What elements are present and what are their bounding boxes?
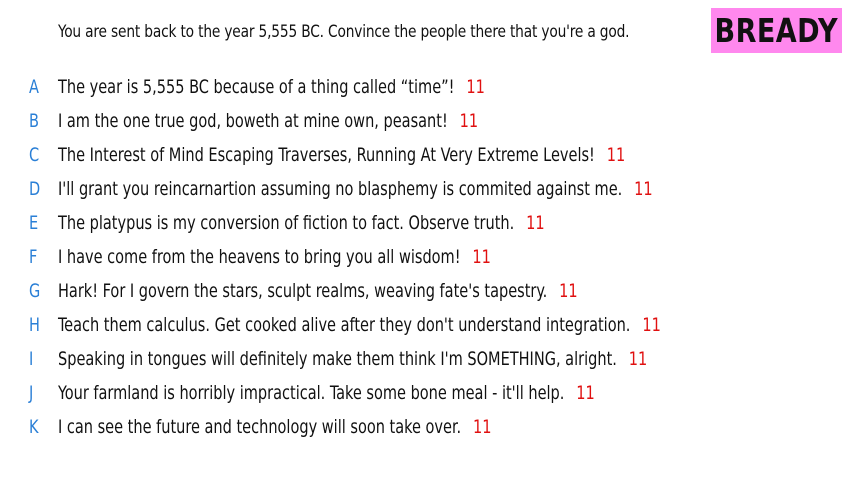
answer-text: Your farmland is horribly impractical. T…: [58, 382, 565, 404]
answer-body: I can see the future and technology will…: [58, 416, 491, 438]
answer-text: Hark! For I govern the stars, sculpt rea…: [58, 280, 548, 302]
answer-letter: B: [29, 110, 39, 132]
answer-score: 11: [642, 314, 661, 336]
answer-row-j[interactable]: J Your farmland is horribly impractical.…: [0, 376, 853, 410]
answer-body: Teach them calculus. Get cooked alive af…: [58, 314, 661, 336]
answer-body: The year is 5,555 BC because of a thing …: [58, 76, 485, 98]
answer-text: Speaking in tongues will definitely make…: [58, 348, 617, 370]
answer-score: 11: [559, 280, 578, 302]
answer-row-a[interactable]: A The year is 5,555 BC because of a thin…: [0, 70, 853, 104]
player-name: BREADY: [714, 11, 839, 50]
answer-letter: I: [29, 348, 34, 370]
answer-score: 11: [459, 110, 479, 132]
answer-body: I'll grant you reincarnartion assuming n…: [58, 178, 653, 200]
answer-score: 11: [472, 416, 492, 438]
answer-row-h[interactable]: H Teach them calculus. Get cooked alive …: [0, 308, 853, 342]
answer-body: Your farmland is horribly impractical. T…: [58, 382, 595, 404]
answer-text: I can see the future and technology will…: [58, 416, 462, 438]
answer-letter: A: [29, 76, 39, 98]
answer-score: 11: [472, 246, 491, 268]
answer-letter: D: [29, 178, 41, 200]
answer-score: 11: [466, 76, 485, 98]
answer-row-d[interactable]: D I'll grant you reincarnartion assuming…: [0, 172, 853, 206]
answer-row-c[interactable]: C The Interest of Mind Escaping Traverse…: [0, 138, 853, 172]
answer-letter: H: [29, 314, 40, 336]
answer-row-b[interactable]: B I am the one true god, boweth at mine …: [0, 104, 853, 138]
answer-body: I am the one true god, boweth at mine ow…: [58, 110, 478, 132]
answer-text: I'll grant you reincarnartion assuming n…: [58, 178, 623, 200]
answer-row-i[interactable]: I Speaking in tongues will definitely ma…: [0, 342, 853, 376]
answer-body: Hark! For I govern the stars, sculpt rea…: [58, 280, 578, 302]
answer-letter: C: [29, 144, 40, 166]
answer-letter: K: [29, 416, 39, 438]
answer-body: The platypus is my conversion of fiction…: [58, 212, 545, 234]
answer-letter: G: [29, 280, 41, 302]
answer-score: 11: [576, 382, 595, 404]
answer-row-k[interactable]: K I can see the future and technology wi…: [0, 410, 853, 444]
answer-body: The Interest of Mind Escaping Traverses,…: [58, 144, 625, 166]
answer-row-g[interactable]: G Hark! For I govern the stars, sculpt r…: [0, 274, 853, 308]
answer-score: 11: [634, 178, 653, 200]
answer-letter: J: [29, 382, 34, 404]
answer-text: The platypus is my conversion of fiction…: [58, 212, 515, 234]
answer-text: The Interest of Mind Escaping Traverses,…: [58, 144, 595, 166]
answer-score: 11: [628, 348, 648, 370]
answer-row-f[interactable]: F I have come from the heavens to bring …: [0, 240, 853, 274]
answer-letter: F: [29, 246, 38, 268]
answer-text: Teach them calculus. Get cooked alive af…: [58, 314, 631, 336]
player-name-badge: BREADY: [711, 8, 842, 53]
answer-row-e[interactable]: E The platypus is my conversion of ficti…: [0, 206, 853, 240]
answer-score: 11: [606, 144, 626, 166]
answer-letter: E: [29, 212, 39, 234]
answer-score: 11: [526, 212, 545, 234]
prompt-text: You are sent back to the year 5,555 BC. …: [58, 22, 630, 42]
answer-body: I have come from the heavens to bring yo…: [58, 246, 491, 268]
answer-text: The year is 5,555 BC because of a thing …: [58, 76, 455, 98]
answer-text: I am the one true god, boweth at mine ow…: [58, 110, 448, 132]
answer-text: I have come from the heavens to bring yo…: [58, 246, 461, 268]
answer-body: Speaking in tongues will definitely make…: [58, 348, 647, 370]
